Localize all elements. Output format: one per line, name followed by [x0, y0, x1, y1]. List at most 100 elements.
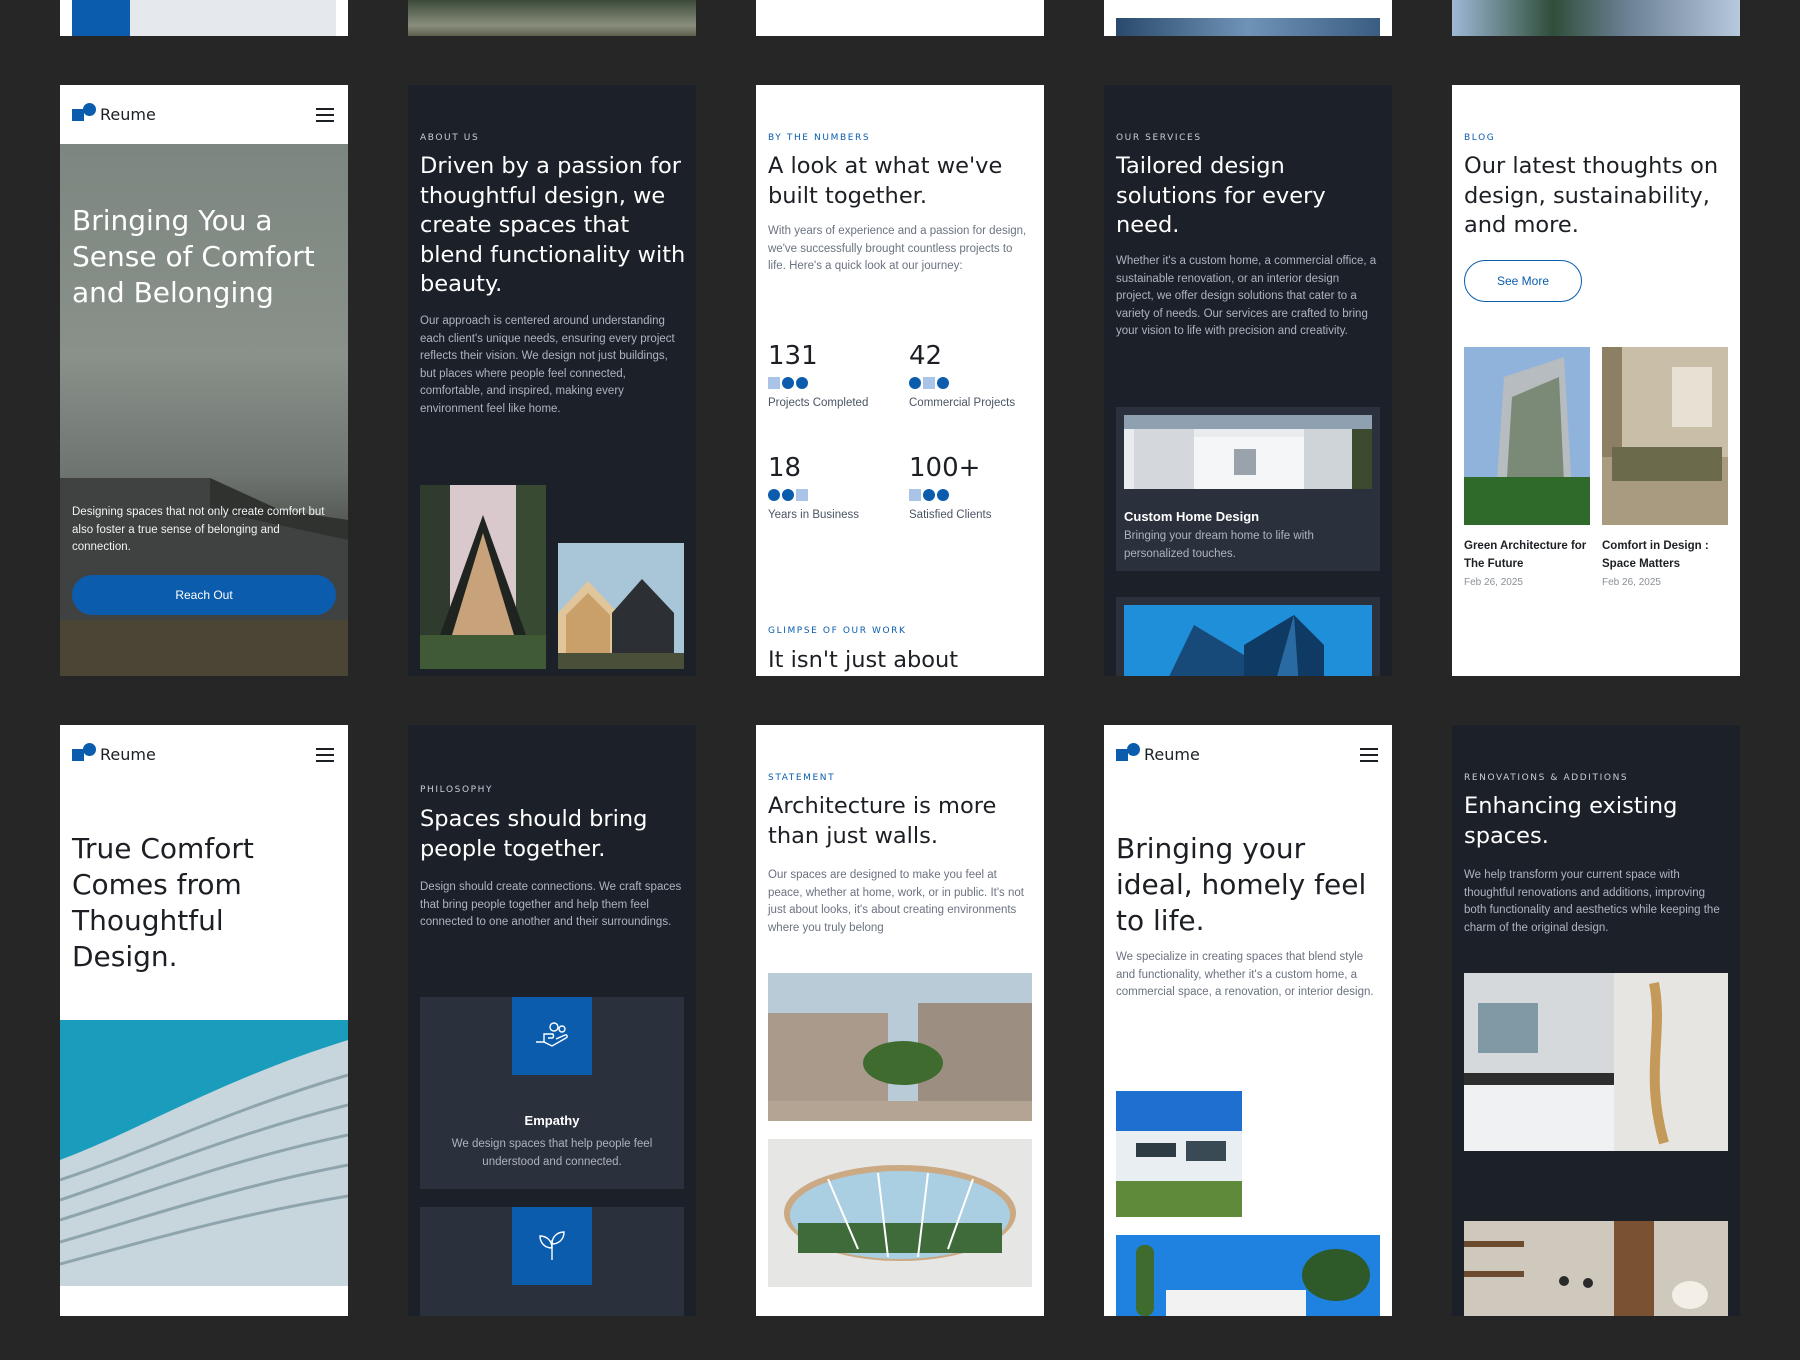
hero-body: Designing spaces that not only create co…	[72, 506, 325, 553]
about-body: Our approach is centered around understa…	[420, 315, 675, 415]
statement-title: Architecture is more than just walls.	[768, 793, 997, 849]
logo[interactable]: Reume	[72, 742, 156, 767]
glass-tower-image	[1124, 605, 1372, 676]
statement-eyebrow: Statement	[768, 773, 836, 783]
stat-label: Projects Completed	[768, 397, 869, 409]
services-body: Whether it's a custom home, a commercial…	[1116, 255, 1377, 337]
image-placeholder	[130, 0, 336, 36]
stat-label: Years in Business	[768, 509, 859, 521]
about-title: Driven by a passion for thoughtful desig…	[420, 153, 686, 297]
blog-post-date: Feb 26, 2025	[1464, 577, 1523, 588]
blog-post[interactable]: Comfort in Design : Space Matters Feb 26…	[1602, 347, 1728, 588]
stat-value: 42	[909, 341, 943, 371]
philosophy-body: Design should create connections. We cra…	[420, 881, 682, 928]
white-house-image	[1124, 415, 1372, 489]
brand-name: Reume	[100, 745, 156, 764]
stat-item: 100+ Satisfied Clients	[909, 453, 991, 521]
blog-post-title: Comfort in Design : Space Matters	[1602, 540, 1709, 570]
interior-shelf-image	[1464, 1221, 1728, 1316]
hero-screen: Reume Bringing You a Sense of Comfort an…	[60, 85, 348, 676]
work-eyebrow: Glimpse of Our Work	[768, 626, 907, 636]
blog-screen: Blog Our latest thoughts on design, sust…	[1452, 85, 1740, 676]
about-eyebrow: About Us	[420, 133, 480, 143]
living-room-image	[1602, 347, 1728, 525]
partial-card-5	[1452, 0, 1740, 36]
statement-screen: Statement Architecture is more than just…	[756, 725, 1044, 1316]
building-image	[1116, 18, 1380, 36]
renovations-screen: Renovations & Additions Enhancing existi…	[1452, 725, 1740, 1316]
menu-icon[interactable]	[1360, 747, 1378, 762]
comfort-screen: Reume True Comfort Comes from Thoughtful…	[60, 725, 348, 1316]
numbers-screen: By the Numbers A look at what we've buil…	[756, 85, 1044, 676]
cactus-villa-image	[1116, 1235, 1380, 1316]
service-card-body: Bringing your dream home to life with pe…	[1124, 530, 1314, 560]
blog-post[interactable]: Green Architecture for The Future Feb 26…	[1464, 347, 1590, 588]
stat-item: 131 Projects Completed	[768, 341, 868, 409]
statement-body: Our spaces are designed to make you feel…	[768, 869, 1024, 934]
partial-card-3	[756, 0, 1044, 36]
stat-label: Satisfied Clients	[909, 509, 992, 521]
value-card	[420, 1207, 684, 1316]
homely-screen: Reume Bringing your ideal, homely feel t…	[1104, 725, 1392, 1316]
services-eyebrow: Our Services	[1116, 133, 1202, 143]
brand-name: Reume	[1144, 745, 1200, 764]
logo-icon	[72, 102, 96, 127]
numbers-eyebrow: By the Numbers	[768, 133, 871, 143]
service-card[interactable]	[1116, 597, 1380, 676]
see-more-button[interactable]: See More	[1464, 260, 1582, 302]
homely-title: Bringing your ideal, homely feel to life…	[1116, 832, 1367, 937]
logo[interactable]: Reume	[1116, 742, 1200, 767]
reach-out-button[interactable]: Reach Out	[72, 575, 336, 615]
philosophy-eyebrow: Philosophy	[420, 785, 494, 795]
brand-name: Reume	[100, 105, 156, 124]
stat-dots	[909, 489, 991, 501]
renovations-body: We help transform your current space wit…	[1464, 869, 1720, 934]
wave-facade-image	[60, 1020, 348, 1286]
navbar: Reume	[1104, 725, 1392, 784]
gabled-houses-image	[558, 543, 684, 669]
hero-title: Bringing You a Sense of Comfort and Belo…	[72, 204, 315, 309]
blog-post-date: Feb 26, 2025	[1602, 577, 1661, 588]
logo-icon	[72, 742, 96, 767]
numbers-title: A look at what we've built together.	[768, 153, 1003, 209]
homely-body: We specialize in creating spaces that bl…	[1116, 951, 1374, 998]
stat-value: 131	[768, 341, 818, 371]
work-title: It isn't just about	[768, 647, 959, 673]
about-screen: About Us Driven by a passion for thought…	[408, 85, 696, 676]
modern-villa-image	[1116, 1091, 1242, 1217]
wall-trees-image	[768, 973, 1032, 1121]
handshake-icon	[512, 997, 592, 1075]
blog-post-title: Green Architecture for The Future	[1464, 540, 1587, 570]
partial-card-2	[408, 0, 696, 36]
stat-dots	[909, 377, 1015, 389]
renovations-title: Enhancing existing spaces.	[1464, 793, 1678, 849]
philosophy-screen: Philosophy Spaces should bring people to…	[408, 725, 696, 1316]
stat-dots	[768, 377, 868, 389]
menu-icon[interactable]	[316, 747, 334, 762]
navbar: Reume	[60, 85, 348, 144]
stat-value: 100+	[909, 453, 981, 483]
logo-icon	[1116, 742, 1140, 767]
partial-card-1	[60, 0, 348, 36]
kitchen-renovation-image	[1464, 973, 1728, 1151]
services-title: Tailored design solutions for every need…	[1116, 153, 1326, 238]
value-card: Empathy We design spaces that help peopl…	[420, 997, 684, 1189]
value-card-body: We design spaces that help people feel u…	[451, 1138, 653, 1168]
blog-title: Our latest thoughts on design, sustainab…	[1464, 153, 1719, 238]
navbar: Reume	[60, 725, 348, 784]
leaf-icon	[512, 1207, 592, 1285]
stat-value: 18	[768, 453, 802, 483]
blue-icon-tile	[72, 0, 130, 36]
logo[interactable]: Reume	[72, 102, 156, 127]
green-tower-image	[1464, 347, 1590, 525]
service-card-title: Custom Home Design	[1124, 509, 1260, 524]
philosophy-title: Spaces should bring people together.	[420, 806, 648, 862]
menu-icon[interactable]	[316, 107, 334, 122]
comfort-title: True Comfort Comes from Thoughtful Desig…	[72, 832, 254, 973]
service-card[interactable]: Custom Home Design Bringing your dream h…	[1116, 407, 1380, 571]
stat-label: Commercial Projects	[909, 397, 1016, 409]
numbers-body: With years of experience and a passion f…	[768, 225, 1027, 272]
tower-image	[1452, 0, 1740, 36]
oculus-image	[768, 1139, 1032, 1287]
landscape-image	[408, 0, 696, 36]
